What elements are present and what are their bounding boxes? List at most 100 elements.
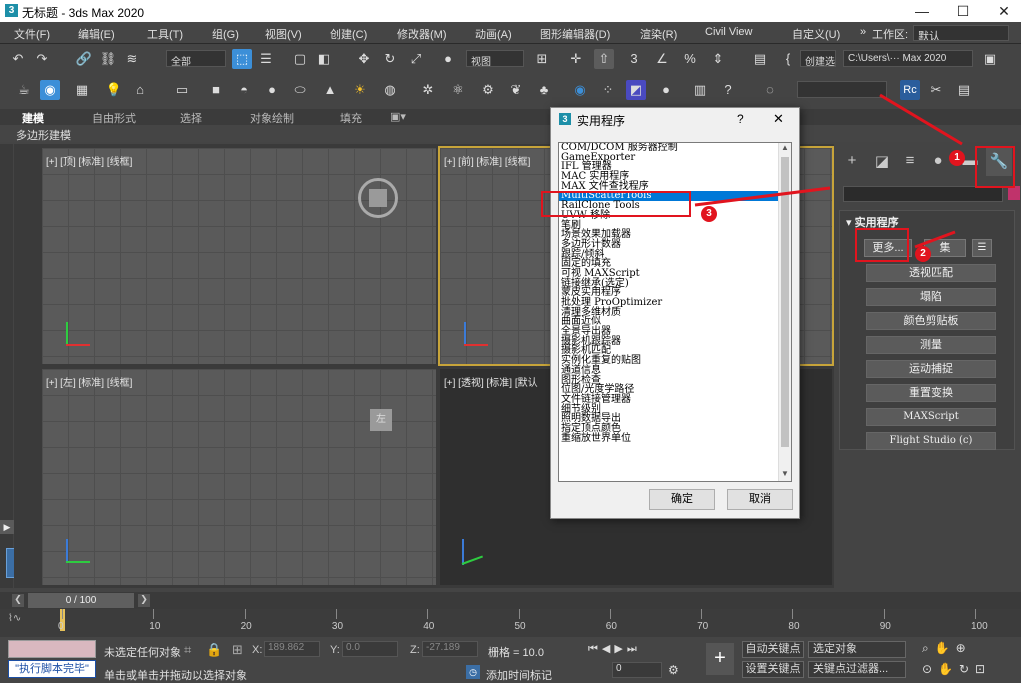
scale-icon[interactable]: ⤢ [406, 49, 426, 69]
current-frame-field[interactable]: 0 [612, 662, 662, 678]
place-icon[interactable]: ● [438, 49, 458, 69]
spinner-snap-icon[interactable]: ⇕ [708, 49, 728, 69]
next-frame-icon[interactable]: ❯ [138, 594, 150, 607]
teapot-icon[interactable]: ☕ [14, 80, 34, 100]
ribbon-options-icon[interactable]: ▣▾ [390, 110, 406, 123]
ribbon-tab-populate[interactable]: 填充 [340, 110, 362, 126]
plant-icon[interactable]: ❦ [506, 80, 526, 100]
modify-tab-icon[interactable]: ◪ [872, 152, 892, 174]
link-icon[interactable]: 🔗 [74, 49, 94, 69]
dialog-help-button[interactable]: ? [737, 112, 744, 126]
tools-icon[interactable]: ✂ [926, 80, 946, 100]
minimize-button[interactable]: — [902, 0, 942, 22]
absolute-mode-icon[interactable]: ⊞ [232, 642, 243, 658]
menu-create[interactable]: 创建(C) [330, 26, 367, 42]
viewport-top-label[interactable]: [+] [顶] [标准] [线框] [46, 153, 132, 168]
menu-graph-editors[interactable]: 图形编辑器(D) [540, 26, 610, 42]
dotted-circle-icon[interactable]: ◌ [760, 80, 780, 100]
rotate-icon[interactable]: ↻ [380, 49, 400, 69]
select-object-icon[interactable]: ⬚ [232, 49, 252, 69]
z-coordinate-field[interactable]: -27.189 [422, 641, 478, 657]
menu-tools[interactable]: 工具(T) [147, 26, 183, 42]
ribbon-tab-object-paint[interactable]: 对象绘制 [250, 110, 294, 126]
cylinder-icon[interactable]: ⬭ [290, 80, 310, 100]
viewport-perspective-label[interactable]: [+] [透视] [标准] [默认 [444, 374, 538, 389]
isolate-icon[interactable]: ⌗ [184, 642, 191, 658]
viewcube[interactable] [369, 189, 387, 207]
viewport-front-label[interactable]: [+] [前] [标准] [线框] [444, 153, 530, 168]
bind-spacewarp-icon[interactable]: ≋ [122, 49, 142, 69]
menu-rendering[interactable]: 渲染(R) [640, 26, 677, 42]
plane-icon[interactable]: ▭ [172, 80, 192, 100]
camera-icon[interactable]: ⌂ [130, 80, 150, 100]
menu-overflow-icon[interactable]: » [860, 26, 866, 38]
create-selection-set-dropdown[interactable]: 创建选 [800, 50, 836, 67]
menu-group[interactable]: 组(G) [212, 26, 239, 42]
manipulate-icon[interactable]: ✛ [566, 49, 586, 69]
close-button[interactable]: ✕ [984, 0, 1021, 22]
color-dots-icon[interactable]: ⁘ [598, 80, 618, 100]
add-time-tag[interactable]: 添加时间标记 [486, 667, 552, 683]
util-motion-capture[interactable]: 运动捕捉 [866, 360, 996, 378]
keyboard-shortcut-icon[interactable]: ⇧ [594, 49, 614, 69]
light-icon[interactable]: 💡 [104, 80, 124, 100]
cone-icon[interactable]: ▲ [320, 80, 340, 100]
auto-key-button[interactable]: 自动关键点 [742, 641, 804, 658]
select-by-name-icon[interactable]: ☰ [256, 49, 276, 69]
util-maxscript[interactable]: MAXScript [866, 408, 996, 426]
particle-icon[interactable]: ✲ [418, 80, 438, 100]
menu-file[interactable]: 文件(F) [14, 26, 50, 42]
time-tag-icon[interactable]: ◷ [466, 665, 480, 679]
move-icon[interactable]: ✥ [354, 49, 374, 69]
grid-icon[interactable]: ▥ [690, 80, 710, 100]
help-icon[interactable]: ? [718, 80, 738, 100]
menu-customize[interactable]: 自定义(U) [792, 26, 840, 42]
record-icon[interactable]: ● [656, 80, 676, 100]
expand-icon[interactable]: ▶ [0, 520, 14, 534]
util-measure[interactable]: 测量 [866, 336, 996, 354]
render-frame-icon[interactable]: ▦ [72, 80, 92, 100]
torus-icon[interactable]: ◍ [380, 80, 400, 100]
y-coordinate-field[interactable]: 0.0 [342, 641, 398, 657]
hemisphere-icon[interactable]: ◓ [234, 80, 254, 100]
ribbon-tab-freeform[interactable]: 自由形式 [92, 110, 136, 126]
selected-object-dropdown[interactable]: 选定对象 [808, 641, 906, 658]
util-reset-xform[interactable]: 重置变换 [866, 384, 996, 402]
prev-frame-icon[interactable]: ❮ [12, 594, 24, 607]
util-flight-studio[interactable]: Flight Studio (c) [866, 432, 996, 450]
viewport-left[interactable]: [+] [左] [标准] [线框] 左 [42, 369, 436, 585]
util-collapse[interactable]: 塌陷 [866, 288, 996, 306]
ribbon-tab-modeling[interactable]: 建模 [22, 110, 44, 126]
window-crossing-icon[interactable]: ◧ [314, 49, 334, 69]
material-editor-icon[interactable]: ◉ [40, 80, 60, 100]
undo-icon[interactable]: ↶ [8, 49, 28, 69]
object-name-field[interactable] [843, 186, 1003, 202]
redo-icon[interactable]: ↷ [32, 49, 52, 69]
viewport-nav-icons-top[interactable]: ⌕✋⊕ [922, 641, 972, 656]
workspace-dropdown[interactable]: 默认 [913, 25, 1009, 41]
project-path-dropdown[interactable]: C:\Users\··· Max 2020 [843, 50, 973, 67]
set-key-button[interactable]: 设置关键点 [742, 661, 804, 678]
maximize-button[interactable]: ☐ [943, 0, 983, 22]
motion-tab-icon[interactable]: ● [928, 152, 948, 174]
ref-coord-dropdown[interactable]: 视图 [466, 50, 524, 67]
util-color-clipboard[interactable]: 颜色剪贴板 [866, 312, 996, 330]
tree-icon[interactable]: ♣ [534, 80, 554, 100]
list-scrollbar[interactable]: ▲ ▼ [778, 143, 791, 481]
unlink-icon[interactable]: ⛓ [98, 49, 118, 69]
angle-snap-icon[interactable]: ∠ [652, 49, 672, 69]
track-bar[interactable]: ⌇∿ 0 10 20 30 40 50 60 70 80 90 100 [0, 609, 1021, 637]
sun-icon[interactable]: ☀ [350, 80, 370, 100]
viewport-left-label[interactable]: [+] [左] [标准] [线框] [46, 374, 132, 389]
key-filters-button[interactable]: 关键点过滤器... [808, 661, 906, 678]
pivot-icon[interactable]: ⊞ [532, 49, 552, 69]
cancel-button[interactable]: 取消 [727, 489, 793, 510]
percent-snap-icon[interactable]: % [680, 49, 700, 69]
image-icon[interactable]: ◩ [626, 80, 646, 100]
script-result[interactable]: "执行脚本完毕" [8, 660, 96, 678]
menu-civil-view[interactable]: Civil View [705, 26, 752, 38]
time-slider-thumb[interactable]: 0 / 100 [28, 593, 134, 608]
rect-selection-icon[interactable]: ▢ [290, 49, 310, 69]
edit-named-sets-icon[interactable]: ▤ [750, 49, 770, 69]
utility-list-item[interactable]: 重缩放世界单位 [559, 433, 779, 444]
